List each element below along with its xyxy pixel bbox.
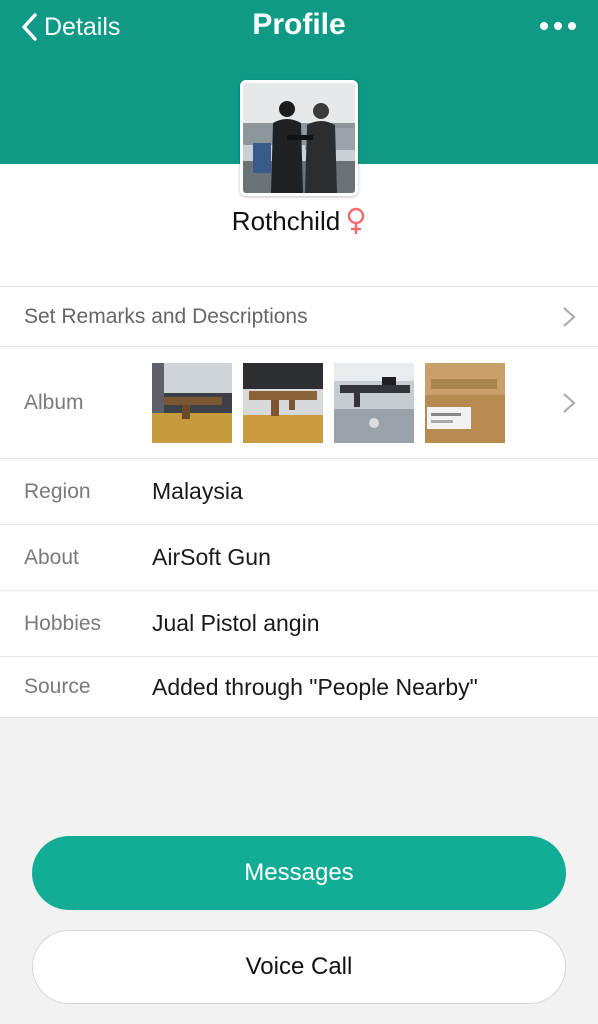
- album-row[interactable]: Album: [0, 347, 598, 459]
- page-title: Profile: [252, 8, 346, 41]
- set-remarks-row[interactable]: Set Remarks and Descriptions: [0, 287, 598, 347]
- info-row-source: Source Added through "People Nearby": [0, 657, 598, 717]
- profile-details-list: Set Remarks and Descriptions Album Regio…: [0, 286, 598, 718]
- info-row-region: Region Malaysia: [0, 459, 598, 525]
- profile-name: Rothchild: [231, 205, 341, 236]
- album-photo[interactable]: [334, 362, 414, 443]
- set-remarks-label: Set Remarks and Descriptions: [24, 304, 308, 328]
- album-photo[interactable]: [152, 362, 232, 443]
- about-label: About: [24, 545, 79, 569]
- album-thumbnails: [152, 362, 516, 443]
- messages-button[interactable]: Messages: [32, 836, 566, 910]
- voice-call-button[interactable]: Voice Call: [32, 930, 566, 1004]
- profile-name-row: Rothchild: [0, 204, 598, 238]
- chevron-right-icon: [563, 306, 576, 327]
- region-value: Malaysia: [152, 478, 243, 504]
- avatar[interactable]: [240, 80, 358, 196]
- hobbies-value: Jual Pistol angin: [152, 610, 320, 636]
- more-dots-icon[interactable]: [540, 16, 576, 36]
- hobbies-label: Hobbies: [24, 611, 102, 635]
- region-label: Region: [24, 479, 91, 503]
- album-photo[interactable]: [425, 362, 505, 443]
- source-label: Source: [24, 675, 91, 698]
- source-value: Added through "People Nearby": [152, 673, 478, 700]
- about-value: AirSoft Gun: [152, 544, 271, 570]
- info-row-hobbies: Hobbies Jual Pistol angin: [0, 591, 598, 657]
- female-symbol-icon: [348, 207, 365, 234]
- album-label: Album: [24, 390, 84, 414]
- album-photo[interactable]: [243, 362, 323, 443]
- info-row-about: About AirSoft Gun: [0, 525, 598, 591]
- chevron-right-icon: [563, 392, 576, 413]
